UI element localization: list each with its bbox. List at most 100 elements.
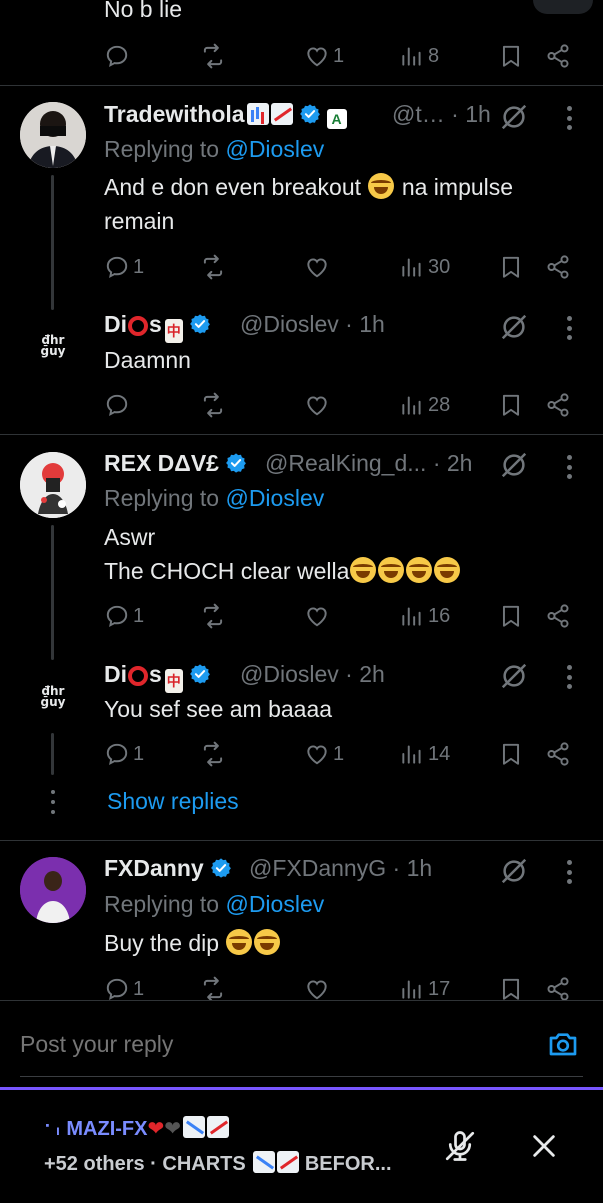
reply-button[interactable]: 1 (104, 601, 144, 631)
camera-icon[interactable] (546, 1028, 580, 1060)
repost-button[interactable] (200, 252, 226, 282)
bookmark-button[interactable] (498, 601, 524, 631)
more-options-icon[interactable] (567, 665, 573, 689)
repost-button[interactable] (200, 601, 226, 631)
replying-to-link[interactable]: @Dioslev (225, 891, 324, 917)
grok-icon[interactable] (499, 312, 529, 342)
share-button[interactable] (545, 390, 571, 420)
avatar[interactable] (20, 857, 86, 923)
grok-icon[interactable] (499, 102, 529, 132)
repost-icon (200, 43, 226, 69)
more-options-icon[interactable] (567, 106, 573, 130)
views-count: 16 (428, 604, 451, 627)
author-name[interactable]: FXDanny (104, 855, 232, 882)
views-icon (399, 392, 425, 418)
space-host[interactable]: ⠁ı MAZI-FX❤❤ (44, 1116, 230, 1141)
avatar[interactable] (20, 452, 86, 518)
verified-badge-icon (225, 452, 247, 474)
bookmark-button[interactable] (498, 390, 524, 420)
affiliate-badge-icon: A (326, 109, 347, 129)
reply-button[interactable]: 1 (104, 252, 144, 282)
close-icon[interactable] (530, 1132, 558, 1160)
divider (0, 85, 603, 86)
chart-emoji-icon (246, 103, 269, 125)
chart-increasing-emoji-icon (207, 1116, 230, 1138)
reply-button[interactable] (104, 390, 130, 420)
views-button[interactable]: 14 (399, 739, 450, 769)
space-subtitle: +52 others · CHARTS BEFOR... (44, 1151, 392, 1176)
like-button[interactable] (304, 390, 330, 420)
author-name-text: Di (104, 661, 127, 687)
more-options-icon[interactable] (567, 860, 573, 884)
avatar[interactable]: ₫hr guy (33, 334, 73, 365)
space-mini-player[interactable]: ⠁ı MAZI-FX❤❤ +52 others · CHARTS BEFOR..… (0, 1087, 603, 1203)
laughing-emoji-icon (368, 173, 395, 199)
bookmark-button[interactable] (498, 252, 524, 282)
grok-icon[interactable] (499, 450, 529, 480)
more-options-icon[interactable] (567, 316, 573, 340)
share-icon (545, 741, 571, 767)
author-handle[interactable]: @Dioslev · 2h (240, 661, 385, 688)
avatar[interactable] (20, 102, 86, 168)
show-replies-link[interactable]: Show replies (107, 788, 239, 815)
like-count: 1 (333, 742, 345, 765)
author-name[interactable]: Tradewithola A (104, 101, 347, 129)
author-handle[interactable]: @FXDannyG · 1h (249, 855, 432, 882)
share-icon (545, 976, 571, 1002)
like-button[interactable] (304, 601, 330, 631)
input-underline (20, 1076, 583, 1077)
avatar-text: guy (40, 695, 66, 709)
thread-line (51, 175, 54, 310)
space-subtitle-text: +52 others · CHARTS (44, 1153, 246, 1175)
reply-button[interactable]: 1 (104, 739, 144, 769)
repost-button[interactable] (200, 739, 226, 769)
views-count: 28 (428, 393, 451, 416)
heart-icon (304, 43, 330, 69)
grok-icon[interactable] (499, 661, 529, 691)
views-button[interactable]: 16 (399, 601, 450, 631)
author-handle[interactable]: @t… · 1h (392, 101, 491, 128)
share-button[interactable] (545, 252, 571, 282)
divider (0, 434, 603, 435)
repost-button[interactable] (200, 41, 226, 71)
replying-to: Replying to @Dioslev (104, 485, 324, 512)
verified-badge-icon (189, 663, 211, 685)
reply-input[interactable] (20, 1026, 520, 1062)
views-button[interactable]: 30 (399, 252, 450, 282)
more-options-icon[interactable] (567, 455, 573, 479)
share-icon (545, 254, 571, 280)
share-icon (545, 43, 571, 69)
tweet-text-line: The CHOCH clear wella (104, 558, 350, 584)
space-subtitle-tail: BEFOR... (304, 1153, 392, 1175)
author-name-text: s (149, 311, 162, 337)
views-icon (399, 976, 425, 1002)
avatar[interactable]: ₫hr guy (33, 685, 73, 716)
author-name[interactable]: Di s 中 (104, 661, 211, 693)
mahjong-tile-emoji-icon: 中 (164, 669, 183, 693)
author-name[interactable]: Di s 中 (104, 311, 211, 343)
replying-to-link[interactable]: @Dioslev (225, 485, 324, 511)
bookmark-button[interactable] (498, 739, 524, 769)
mic-muted-icon[interactable] (442, 1126, 478, 1166)
avatar-image (20, 857, 86, 923)
verified-badge-icon (210, 857, 232, 879)
share-button[interactable] (545, 41, 571, 71)
like-button[interactable] (304, 252, 330, 282)
author-handle[interactable]: @Dioslev · 1h (240, 311, 385, 338)
like-button[interactable]: 1 (304, 41, 344, 71)
reply-composer (0, 1000, 603, 1086)
bookmark-button[interactable] (498, 41, 524, 71)
author-name[interactable]: REX DΔV£ (104, 450, 247, 477)
handle-text: @FXDannyG (249, 855, 387, 881)
share-button[interactable] (545, 739, 571, 769)
like-button[interactable]: 1 (304, 739, 344, 769)
author-handle[interactable]: @RealKing_d... · 2h (265, 450, 472, 477)
views-button[interactable]: 8 (399, 41, 439, 71)
reply-button[interactable] (104, 41, 130, 71)
grok-icon[interactable] (499, 856, 529, 886)
repost-button[interactable] (200, 390, 226, 420)
views-count: 14 (428, 742, 451, 765)
views-button[interactable]: 28 (399, 390, 450, 420)
replying-to-link[interactable]: @Dioslev (225, 136, 324, 162)
share-button[interactable] (545, 601, 571, 631)
